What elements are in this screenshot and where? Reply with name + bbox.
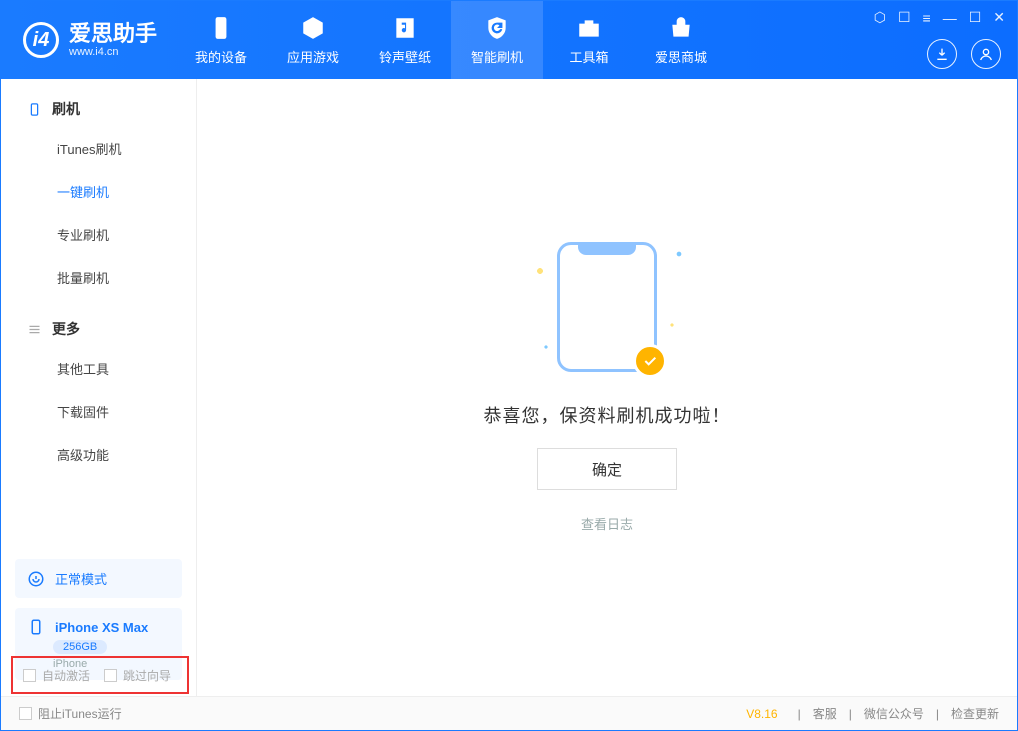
app-logo-icon: i4 — [23, 22, 59, 58]
account-button[interactable] — [971, 39, 1001, 69]
footer-right: V8.16 | 客服 | 微信公众号 | 检查更新 — [746, 705, 999, 722]
app-site: www.i4.cn — [69, 46, 157, 58]
sidebar-item-advanced[interactable]: 高级功能 — [1, 433, 196, 476]
music-icon — [392, 15, 418, 41]
success-message: 恭喜您，保资料刷机成功啦！ — [484, 402, 731, 428]
tab-apps-label: 应用游戏 — [287, 47, 339, 66]
cube-icon — [300, 15, 326, 41]
device-mode-card[interactable]: 正常模式 — [15, 559, 182, 598]
ok-button[interactable]: 确定 — [537, 448, 677, 490]
tab-store[interactable]: 爱思商城 — [635, 1, 727, 79]
sparkle-icon — [543, 344, 549, 350]
success-check-badge — [633, 344, 667, 378]
device-icon — [208, 15, 234, 41]
footer: 阻止iTunes运行 V8.16 | 客服 | 微信公众号 | 检查更新 — [1, 696, 1017, 730]
tab-device[interactable]: 我的设备 — [175, 1, 267, 79]
checkbox-icon — [23, 669, 36, 682]
top-tabs: 我的设备 应用游戏 铃声壁纸 智能刷机 工具箱 爱思商城 — [175, 1, 727, 79]
phone-icon — [27, 618, 45, 636]
shirt-icon[interactable]: ⬡ — [874, 9, 886, 26]
download-icon — [934, 46, 950, 62]
separator: | — [798, 707, 801, 721]
titlebar-icons: ⬡ ☐ ≡ — ☐ ✕ — [874, 9, 1005, 26]
header: i4 爱思助手 www.i4.cn 我的设备 应用游戏 铃声壁纸 智能刷机 工具… — [1, 1, 1017, 79]
sidebar-group-flash: 刷机 — [1, 79, 196, 127]
check-update-link[interactable]: 检查更新 — [951, 705, 999, 722]
auto-activate-option[interactable]: 自动激活 — [23, 667, 90, 684]
tab-device-label: 我的设备 — [195, 47, 247, 66]
view-log-link[interactable]: 查看日志 — [581, 514, 633, 533]
sidebar-upper: 刷机 iTunes刷机 一键刷机 专业刷机 批量刷机 更多 其他工具 下载固件 … — [1, 79, 196, 476]
logo-text: 爱思助手 www.i4.cn — [69, 22, 157, 58]
block-itunes-label: 阻止iTunes运行 — [38, 705, 122, 722]
tab-rings[interactable]: 铃声壁纸 — [359, 1, 451, 79]
sparkle-icon — [669, 322, 675, 328]
support-link[interactable]: 客服 — [813, 705, 837, 722]
device-storage: 256GB — [53, 640, 107, 654]
checkbox-icon — [104, 669, 117, 682]
store-icon — [668, 15, 694, 41]
header-right — [927, 39, 1001, 69]
sidebar: 刷机 iTunes刷机 一键刷机 专业刷机 批量刷机 更多 其他工具 下载固件 … — [1, 79, 197, 696]
device-card-top: iPhone XS Max — [27, 618, 148, 636]
menu-lines-icon — [27, 322, 42, 337]
tab-rings-label: 铃声壁纸 — [379, 47, 431, 66]
device-mode-label: 正常模式 — [55, 569, 107, 588]
app-name: 爱思助手 — [69, 22, 157, 46]
tab-flash[interactable]: 智能刷机 — [451, 1, 543, 79]
maximize-button[interactable]: ☐ — [969, 9, 982, 26]
toolbox-icon — [576, 15, 602, 41]
tab-toolbox[interactable]: 工具箱 — [543, 1, 635, 79]
sidebar-item-pro-flash[interactable]: 专业刷机 — [1, 213, 196, 256]
sidebar-item-batch-flash[interactable]: 批量刷机 — [1, 256, 196, 299]
auto-activate-label: 自动激活 — [42, 667, 90, 684]
sidebar-item-oneclick-flash[interactable]: 一键刷机 — [1, 170, 196, 213]
check-icon — [642, 353, 658, 369]
shield-refresh-icon — [484, 15, 510, 41]
tab-store-label: 爱思商城 — [655, 47, 707, 66]
separator: | — [936, 707, 939, 721]
sidebar-item-other-tools[interactable]: 其他工具 — [1, 347, 196, 390]
user-icon — [978, 46, 994, 62]
sidebar-group-more-label: 更多 — [52, 319, 80, 339]
sidebar-group-more: 更多 — [1, 299, 196, 347]
mode-refresh-icon — [27, 570, 45, 588]
main-content: 恭喜您，保资料刷机成功啦！ 确定 查看日志 — [197, 79, 1017, 696]
sidebar-item-download-firmware[interactable]: 下载固件 — [1, 390, 196, 433]
checkbox-icon — [19, 707, 32, 720]
phone-outline-icon — [27, 102, 42, 117]
tab-apps[interactable]: 应用游戏 — [267, 1, 359, 79]
minimize-button[interactable]: — — [943, 10, 957, 26]
device-name: iPhone XS Max — [55, 620, 148, 635]
feedback-icon[interactable]: ☐ — [898, 9, 911, 26]
sidebar-group-flash-label: 刷机 — [52, 99, 80, 119]
logo-block: i4 爱思助手 www.i4.cn — [1, 1, 175, 79]
separator: | — [849, 707, 852, 721]
tab-toolbox-label: 工具箱 — [570, 47, 609, 66]
sidebar-item-itunes-flash[interactable]: iTunes刷机 — [1, 127, 196, 170]
download-button[interactable] — [927, 39, 957, 69]
close-button[interactable]: ✕ — [993, 9, 1005, 26]
sparkle-icon — [535, 266, 545, 276]
success-illustration — [557, 242, 657, 372]
tab-flash-label: 智能刷机 — [471, 47, 523, 66]
block-itunes-option[interactable]: 阻止iTunes运行 — [19, 705, 122, 722]
menu-icon[interactable]: ≡ — [923, 10, 931, 26]
flash-options-highlight: 自动激活 跳过向导 — [11, 656, 189, 694]
skip-guide-option[interactable]: 跳过向导 — [104, 667, 171, 684]
sparkle-icon — [675, 250, 683, 258]
wechat-link[interactable]: 微信公众号 — [864, 705, 924, 722]
version-label: V8.16 — [746, 707, 777, 721]
skip-guide-label: 跳过向导 — [123, 667, 171, 684]
